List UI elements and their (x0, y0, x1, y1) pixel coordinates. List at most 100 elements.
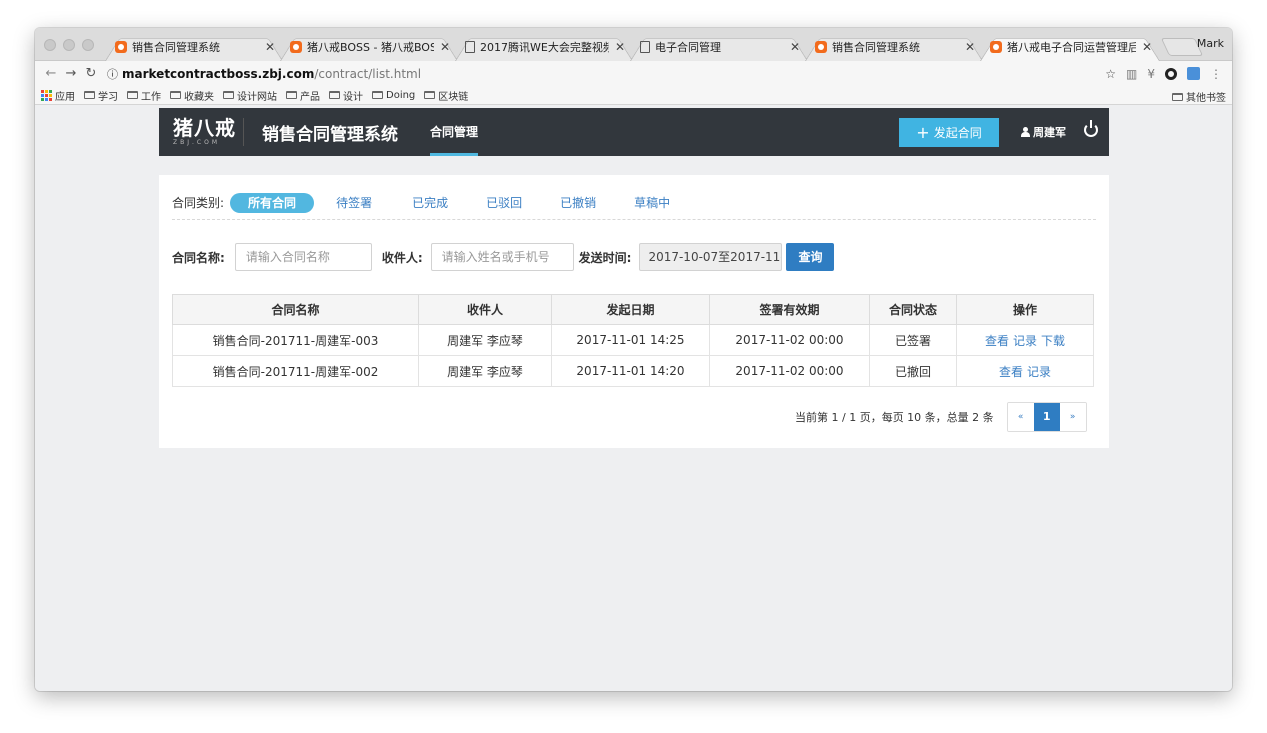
folder-icon (170, 91, 181, 99)
forward-arrow-icon[interactable]: → (61, 66, 81, 81)
table-header-row: 合同名称 收件人 发起日期 签署有效期 合同状态 操作 (172, 294, 1094, 325)
logo-text: 猪八戒 (173, 116, 236, 140)
browser-tab-active[interactable]: 猪八戒电子合同运营管理后台 ✕ (980, 33, 1160, 61)
type-revoked[interactable]: 已撤销 (560, 194, 596, 211)
screenshot-extension-icon[interactable] (1187, 67, 1200, 80)
extension-y-icon[interactable]: ¥ (1147, 67, 1155, 81)
cell-actions: 查看 记录 下载 (956, 324, 1094, 356)
type-pending-sign[interactable]: 待签署 (336, 194, 372, 211)
nav-contract-management[interactable]: 合同管理 (430, 108, 479, 156)
user-menu[interactable]: 周建军 (1021, 124, 1066, 140)
type-completed[interactable]: 已完成 (412, 194, 448, 211)
other-bookmarks[interactable]: 其他书签 (1172, 89, 1226, 104)
folder-icon (329, 91, 340, 99)
minimize-window-button[interactable] (63, 39, 75, 51)
col-contract-name: 合同名称 (172, 294, 419, 325)
cell-start-date: 2017-11-01 14:25 (551, 324, 710, 356)
browser-tab[interactable]: 猪八戒BOSS - 猪八戒BOSS ✕ (280, 33, 458, 61)
system-name: 销售合同管理系统 (262, 124, 398, 145)
current-page-button[interactable]: 1 (1033, 403, 1060, 431)
close-tab-icon[interactable]: ✕ (265, 40, 275, 54)
table-row: 销售合同-201711-周建军-003 周建军 李应琴 2017-11-01 1… (172, 324, 1094, 356)
cell-status: 已撤回 (869, 355, 957, 387)
type-draft[interactable]: 草稿中 (634, 194, 670, 211)
pagination-summary: 当前第 1 / 1 页，每页 10 条，总量 2 条 (795, 411, 994, 424)
close-tab-icon[interactable]: ✕ (965, 40, 975, 54)
tab-strip: 销售合同管理系统 ✕ 猪八戒BOSS - 猪八戒BOSS ✕ 2017腾讯WE大… (35, 28, 1232, 61)
close-tab-icon[interactable]: ✕ (615, 40, 625, 54)
page-buttons: « 1 » (1006, 402, 1087, 432)
close-tab-icon[interactable]: ✕ (790, 40, 800, 54)
view-link[interactable]: 查看 (999, 365, 1023, 379)
query-button[interactable]: 查询 (786, 243, 835, 271)
type-rejected[interactable]: 已驳回 (486, 194, 522, 211)
bookmark-label: 收藏夹 (184, 91, 214, 103)
new-tab-button[interactable] (1165, 38, 1199, 56)
cell-start-date: 2017-11-01 14:20 (551, 355, 710, 387)
bookmark-label: 产品 (300, 91, 320, 103)
close-window-button[interactable] (44, 39, 56, 51)
header-divider (243, 118, 244, 146)
document-icon (640, 41, 650, 53)
bookmark-label: 学习 (98, 91, 118, 103)
bookmark-label: 区块链 (438, 91, 469, 103)
bookmark-folder[interactable]: 设计网站 (223, 88, 277, 103)
folder-icon (372, 91, 383, 99)
browser-tab[interactable]: 销售合同管理系统 ✕ (805, 33, 983, 61)
contract-name-label: 合同名称: (172, 250, 225, 265)
back-arrow-icon[interactable]: ← (41, 66, 61, 81)
bookmark-star-icon[interactable]: ☆ (1105, 67, 1116, 81)
zbj-favicon-icon (815, 41, 827, 53)
user-icon (1021, 127, 1030, 137)
bookmark-label: 设计网站 (237, 91, 277, 103)
zoom-window-button[interactable] (82, 39, 94, 51)
record-link[interactable]: 记录 (1013, 334, 1037, 348)
zbj-logo[interactable]: 猪八戒 ZBJ.COM (159, 118, 239, 146)
opera-extension-icon[interactable] (1165, 67, 1177, 80)
profile-name[interactable]: Mark (1197, 37, 1224, 50)
bookmark-folder[interactable]: 工作 (127, 88, 161, 103)
cell-status: 已签署 (869, 324, 957, 356)
logout-power-icon[interactable] (1084, 120, 1098, 137)
type-filter-label: 合同类别: (172, 196, 225, 210)
cell-valid-until: 2017-11-02 00:00 (709, 324, 870, 356)
table-row: 销售合同-201711-周建军-002 周建军 李应琴 2017-11-01 1… (172, 355, 1094, 387)
record-link[interactable]: 记录 (1027, 365, 1051, 379)
extension-bars-icon[interactable]: ▥ (1126, 67, 1137, 81)
next-page-button[interactable]: » (1059, 403, 1086, 431)
contract-list-card: 合同类别: 所有合同 待签署 已完成 已驳回 已撤销 草稿中 合同名称: 收件人… (159, 175, 1109, 448)
bookmark-folder[interactable]: 收藏夹 (170, 88, 214, 103)
address-toolbar: ← → ↻ ⓘ marketcontractboss.zbj.com/contr… (35, 61, 1232, 86)
url-path: /contract/list.html (314, 66, 422, 81)
close-tab-icon[interactable]: ✕ (440, 40, 450, 54)
contract-name-input[interactable] (234, 243, 372, 271)
browser-tab[interactable]: 2017腾讯WE大会完整视频 | 腾 ✕ (455, 33, 633, 61)
bookmark-folder[interactable]: 区块链 (424, 88, 468, 103)
bookmark-label: Doing (386, 89, 416, 101)
launch-contract-button[interactable]: + 发起合同 (899, 118, 999, 147)
recipient-input[interactable] (430, 243, 574, 271)
bookmark-folder[interactable]: Doing (372, 90, 415, 101)
info-icon[interactable]: ⓘ (107, 66, 118, 82)
reload-icon[interactable]: ↻ (81, 66, 101, 81)
close-tab-icon[interactable]: ✕ (1142, 40, 1152, 54)
zbj-favicon-icon (290, 41, 302, 53)
download-link[interactable]: 下载 (1041, 334, 1065, 348)
bookmark-folder[interactable]: 设计 (329, 88, 363, 103)
type-all-contracts[interactable]: 所有合同 (230, 192, 315, 213)
col-start-date: 发起日期 (551, 294, 710, 325)
col-actions: 操作 (956, 294, 1094, 325)
browser-tab[interactable]: 电子合同管理 ✕ (630, 33, 808, 61)
address-bar[interactable]: ⓘ marketcontractboss.zbj.com/contract/li… (107, 64, 1105, 84)
cell-recipient: 周建军 李应琴 (418, 324, 552, 356)
view-link[interactable]: 查看 (985, 334, 1009, 348)
bookmark-folder[interactable]: 产品 (286, 88, 320, 103)
prev-page-button[interactable]: « (1007, 403, 1034, 431)
bookmark-folder[interactable]: 学习 (84, 88, 118, 103)
browser-tab[interactable]: 销售合同管理系统 ✕ (105, 33, 283, 61)
plus-icon: + (916, 122, 930, 142)
menu-dots-icon[interactable]: ⋮ (1210, 67, 1222, 81)
bookmark-apps[interactable]: 应用 (41, 88, 75, 103)
url-host: marketcontractboss.zbj.com (122, 66, 315, 81)
send-time-range-input[interactable]: 2017-10-07至2017-11- (639, 243, 783, 271)
